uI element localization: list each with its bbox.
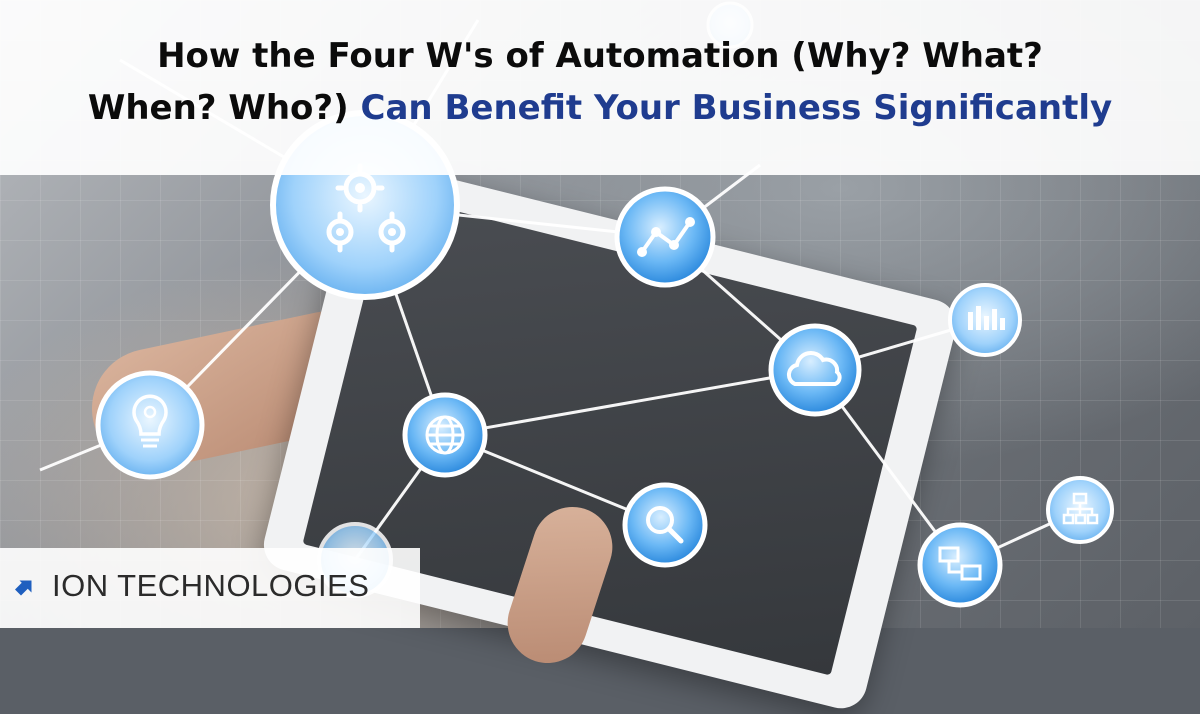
lightbulb-gears-icon: [95, 370, 205, 480]
headline-line2-blue: Can Benefit Your Business Significantly: [360, 88, 1113, 128]
globe-icon: [402, 392, 488, 478]
search-icon: [622, 482, 708, 568]
line-chart-icon: [614, 186, 716, 288]
headline: How the Four W's of Automation (Why? Wha…: [0, 30, 1200, 134]
cloud-icon: [768, 323, 862, 417]
brand-name: ION TECHNOLOGIES: [52, 568, 370, 603]
sitemap-icon: [1046, 476, 1114, 544]
equalizer-icon: [948, 283, 1022, 357]
headline-line1: How the Four W's of Automation (Why? Wha…: [157, 36, 1043, 76]
network-computers-icon: [917, 522, 1003, 608]
headline-band: How the Four W's of Automation (Why? Wha…: [0, 0, 1200, 175]
headline-line2-black: When? Who?): [87, 88, 349, 128]
arrow-logo-icon: [15, 580, 32, 596]
